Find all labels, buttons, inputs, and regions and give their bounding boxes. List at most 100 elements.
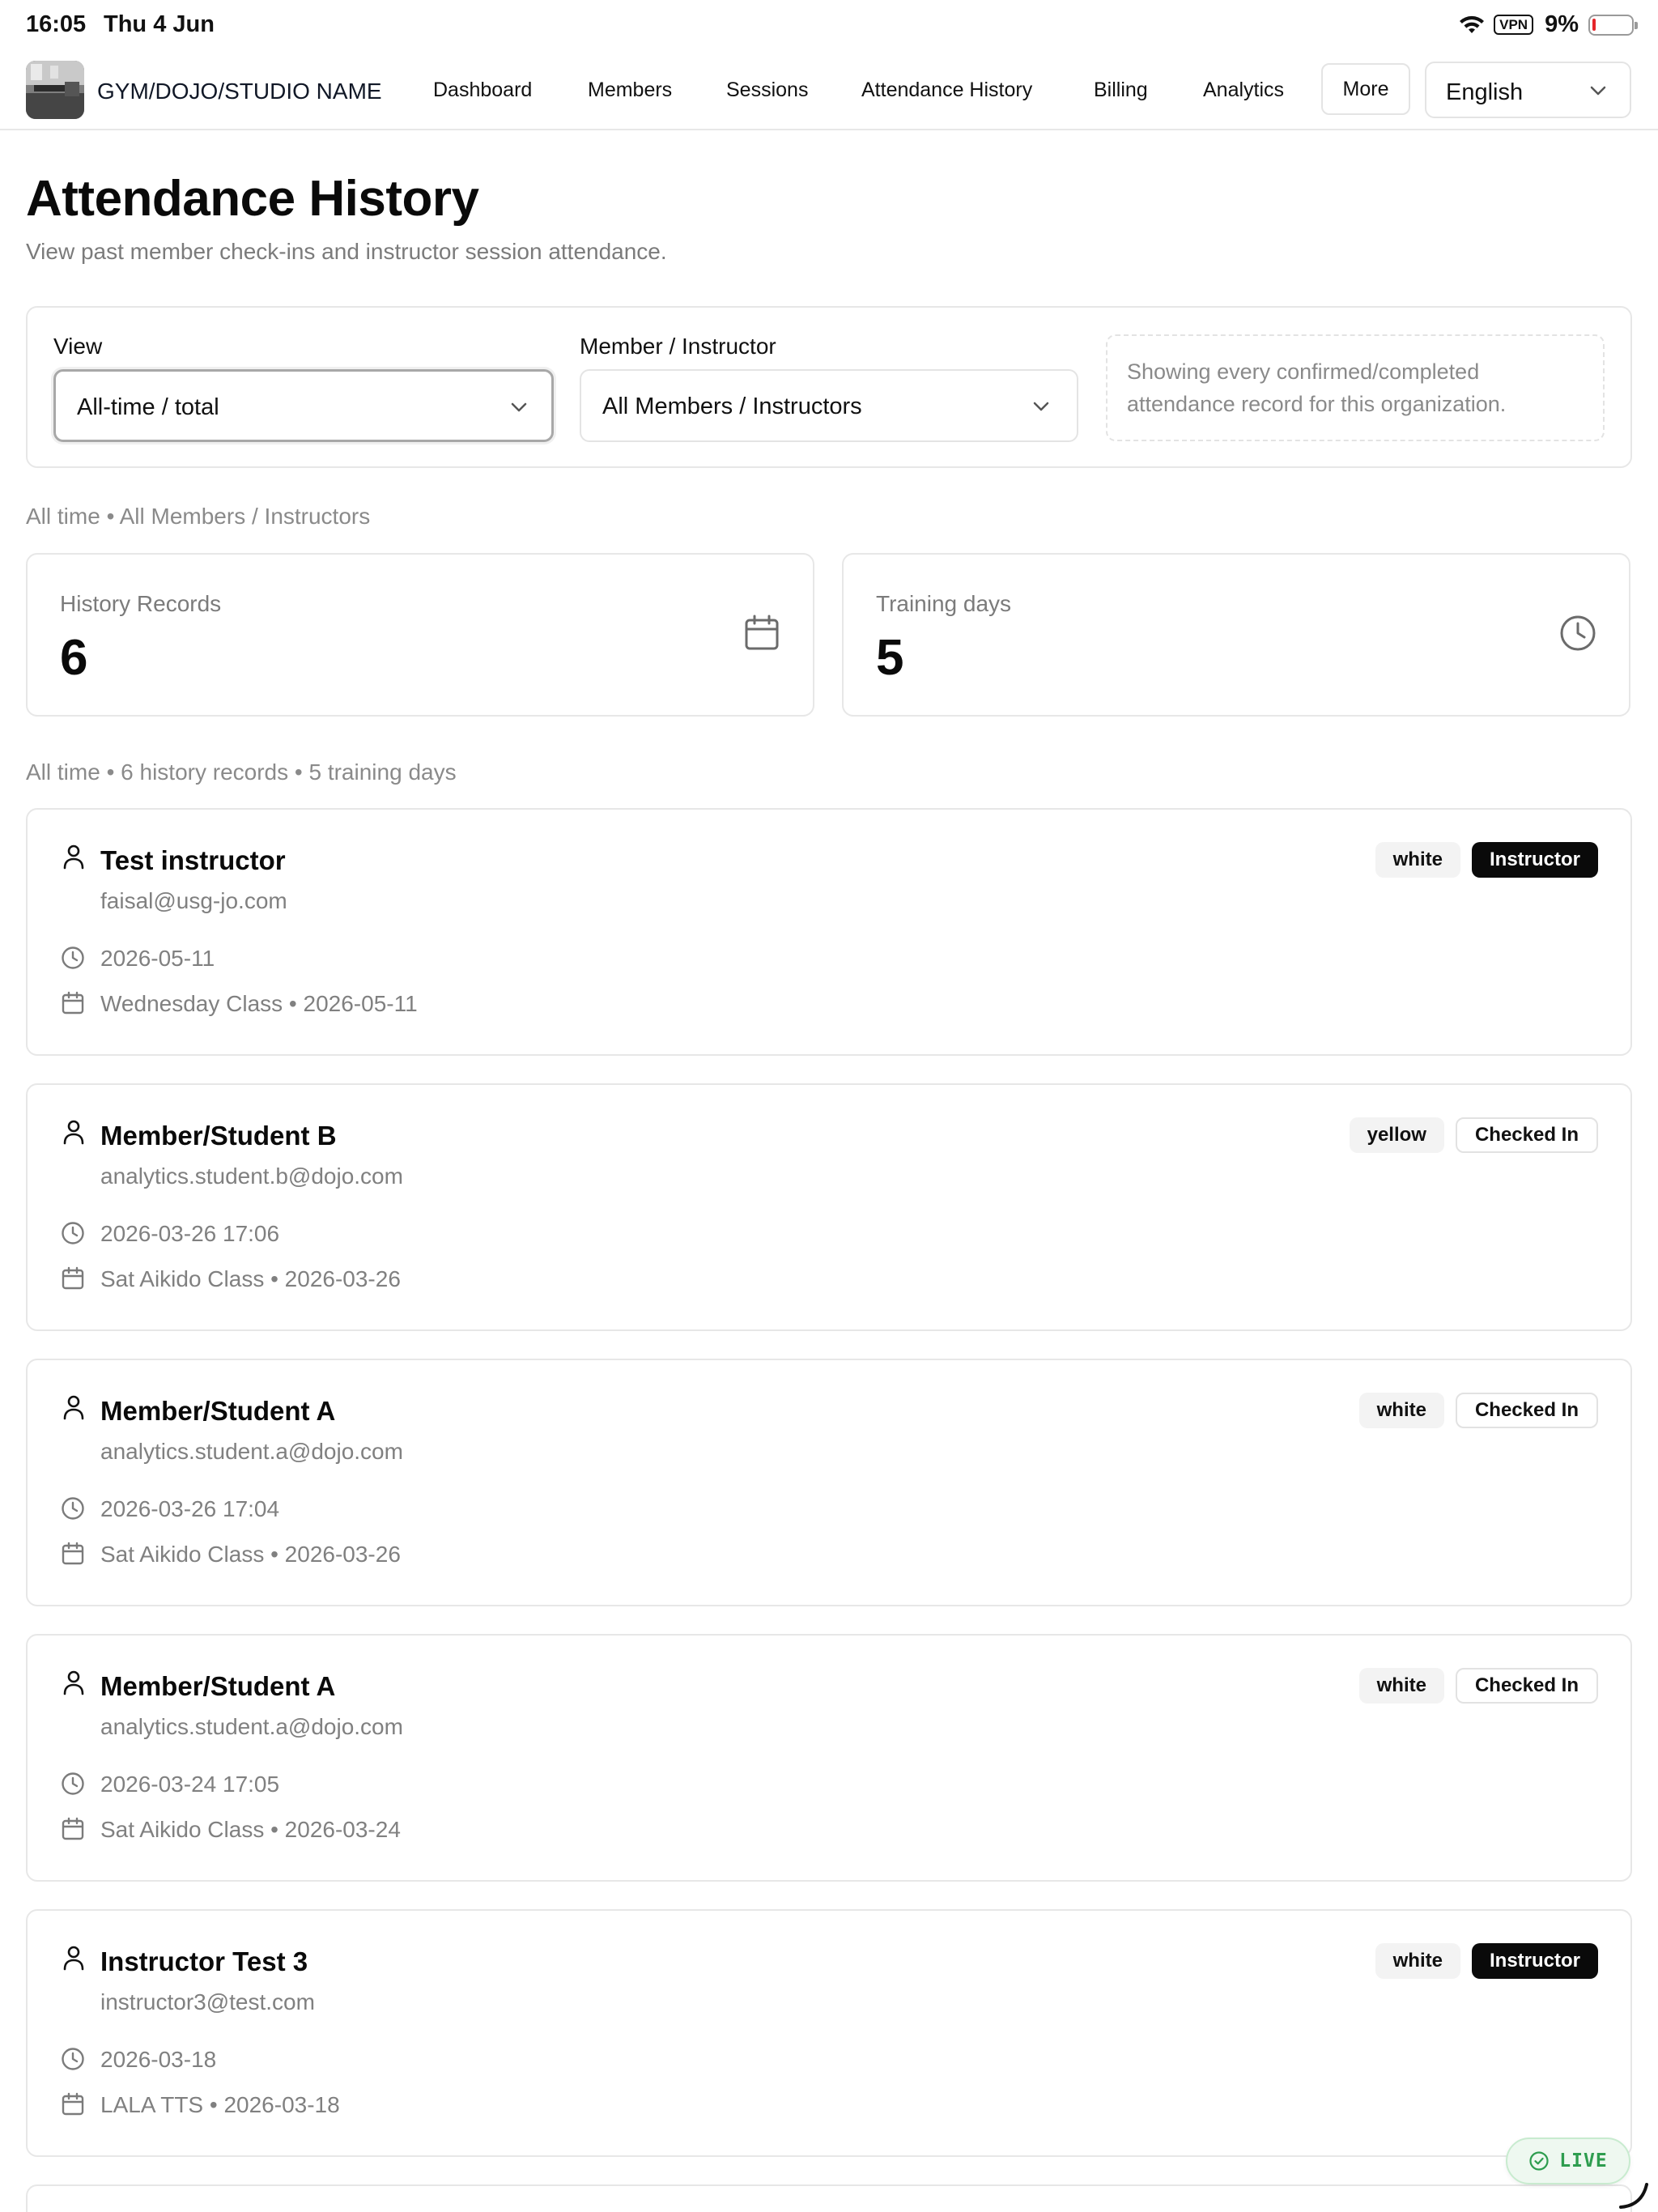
clock-icon [62, 1222, 84, 1244]
nav-dashboard[interactable]: Dashboard [433, 79, 532, 102]
nav-attendance-history[interactable]: Attendance History [861, 79, 1032, 102]
belt-badge: yellow [1349, 1117, 1444, 1153]
battery-icon [1588, 14, 1638, 36]
chevron-down-icon [511, 402, 527, 412]
filter-note: Showing every confirmed/completed attend… [1106, 334, 1605, 441]
battery-percent: 9% [1545, 11, 1579, 37]
record-name: Member/Student A [100, 1671, 336, 1701]
attendance-record-card[interactable]: Test instructor faisal@usg-jo.com 2026-05-… [26, 808, 1632, 1056]
org-logo[interactable] [26, 61, 84, 119]
record-email: faisal@usg-jo.com [100, 888, 287, 913]
chevron-down-icon [1590, 86, 1606, 96]
status-badge: Instructor [1471, 1943, 1598, 1979]
language-select[interactable]: English [1425, 62, 1631, 118]
nav-billing[interactable]: Billing [1094, 79, 1148, 102]
stat-card-training-days: Training days 5 [842, 553, 1630, 717]
stat-label: Training days [876, 591, 1012, 616]
more-button[interactable]: More [1321, 63, 1410, 115]
stat-value: 6 [60, 630, 88, 686]
attendance-record-card[interactable]: Member/Student A analytics.student.a@dojo… [26, 1634, 1632, 1882]
record-email: analytics.student.a@dojo.com [100, 1439, 403, 1464]
view-select[interactable]: All-time / total [53, 369, 554, 442]
record-badges: yellow Checked In [1349, 1117, 1598, 1153]
stat-label: History Records [60, 591, 222, 616]
member-instructor-label: Member / Instructor [580, 334, 776, 359]
record-badges: white Checked In [1358, 1393, 1598, 1428]
user-icon [63, 1946, 84, 1971]
calendar-icon [62, 1542, 84, 1565]
resize-handle-icon[interactable] [1618, 2178, 1650, 2210]
user-icon [63, 1395, 84, 1420]
calendar-icon [745, 615, 779, 650]
attendance-record-card[interactable]: Instructor Test 3 instructor3@test.com 202… [26, 1909, 1632, 2157]
user-icon [63, 844, 84, 870]
status-badge: Instructor [1471, 842, 1598, 878]
page-title: Attendance History [26, 171, 479, 227]
record-session: Sat Aikido Class • 2026-03-24 [100, 1817, 401, 1842]
record-time: 2026-03-26 17:06 [100, 1221, 280, 1246]
org-name[interactable]: GYM/DOJO/STUDIO NAME [97, 79, 382, 104]
clock-icon [62, 1497, 84, 1520]
clock-icon [62, 2048, 84, 2070]
summary-line: All time • 6 history records • 5 trainin… [26, 759, 457, 785]
clock-icon [1560, 615, 1596, 651]
calendar-icon [62, 1817, 84, 1840]
record-session: Sat Aikido Class • 2026-03-26 [100, 1542, 401, 1567]
view-value: All-time / total [77, 394, 219, 420]
status-indicators: VPN 9% [1458, 11, 1638, 38]
user-icon [63, 1670, 84, 1695]
belt-badge: white [1375, 842, 1460, 878]
status-date: Thu 4 Jun [104, 11, 215, 37]
record-time: 2026-03-26 17:04 [100, 1496, 280, 1521]
status-time: 16:05 [26, 11, 87, 37]
nav-members[interactable]: Members [588, 79, 672, 102]
calendar-icon [62, 2092, 84, 2116]
filter-card: View All-time / total Member / Instructo… [26, 306, 1632, 468]
attendance-record-card[interactable]: Member/Student B analytics.student.b@dojo… [26, 1083, 1632, 1331]
page-subtitle: View past member check-ins and instructo… [26, 239, 667, 264]
record-badges: white Instructor [1375, 1943, 1598, 1979]
record-email: instructor3@test.com [100, 1989, 315, 2014]
vpn-icon: VPN [1494, 15, 1534, 35]
user-icon [63, 1120, 84, 1145]
check-circle-icon [1529, 2151, 1549, 2171]
wifi-icon [1460, 15, 1485, 33]
language-value: English [1446, 79, 1524, 105]
record-badges: white Checked In [1358, 1668, 1598, 1704]
record-time: 2026-05-11 [100, 946, 215, 971]
status-bar: 16:05 Thu 4 Jun VPN 9% [0, 0, 1658, 52]
belt-badge: white [1358, 1668, 1444, 1704]
chevron-down-icon [1033, 402, 1049, 411]
record-session: LALA TTS • 2026-03-18 [100, 2092, 340, 2117]
calendar-icon [62, 1266, 84, 1290]
record-session: Sat Aikido Class • 2026-03-26 [100, 1266, 401, 1291]
view-label: View [53, 334, 103, 359]
nav-sessions[interactable]: Sessions [726, 79, 808, 102]
record-time: 2026-03-18 [100, 2047, 217, 2072]
clock-icon [62, 1772, 84, 1795]
clock-icon [62, 946, 84, 969]
attendance-record-card [26, 2184, 1632, 2212]
record-email: analytics.student.a@dojo.com [100, 1714, 403, 1739]
battery-level [1592, 18, 1596, 31]
live-label: LIVE [1559, 2150, 1608, 2172]
belt-badge: white [1375, 1943, 1460, 1979]
record-email: analytics.student.b@dojo.com [100, 1163, 403, 1189]
live-indicator[interactable]: LIVE [1506, 2138, 1630, 2184]
member-instructor-select[interactable]: All Members / Instructors [580, 369, 1078, 442]
nav-analytics[interactable]: Analytics [1203, 79, 1284, 102]
status-badge: Checked In [1455, 1117, 1598, 1153]
record-name: Instructor Test 3 [100, 1946, 308, 1976]
stat-value: 5 [876, 630, 904, 686]
status-badge: Checked In [1455, 1393, 1598, 1428]
status-badge: Checked In [1455, 1668, 1598, 1704]
record-name: Member/Student A [100, 1396, 336, 1426]
belt-badge: white [1358, 1393, 1444, 1428]
record-time: 2026-03-24 17:05 [100, 1772, 280, 1797]
scope-line: All time • All Members / Instructors [26, 504, 371, 529]
record-name: Test instructor [100, 845, 286, 875]
member-instructor-value: All Members / Instructors [602, 393, 862, 419]
attendance-record-card[interactable]: Member/Student A analytics.student.a@dojo… [26, 1359, 1632, 1606]
record-name: Member/Student B [100, 1121, 337, 1151]
calendar-icon [62, 991, 84, 1015]
